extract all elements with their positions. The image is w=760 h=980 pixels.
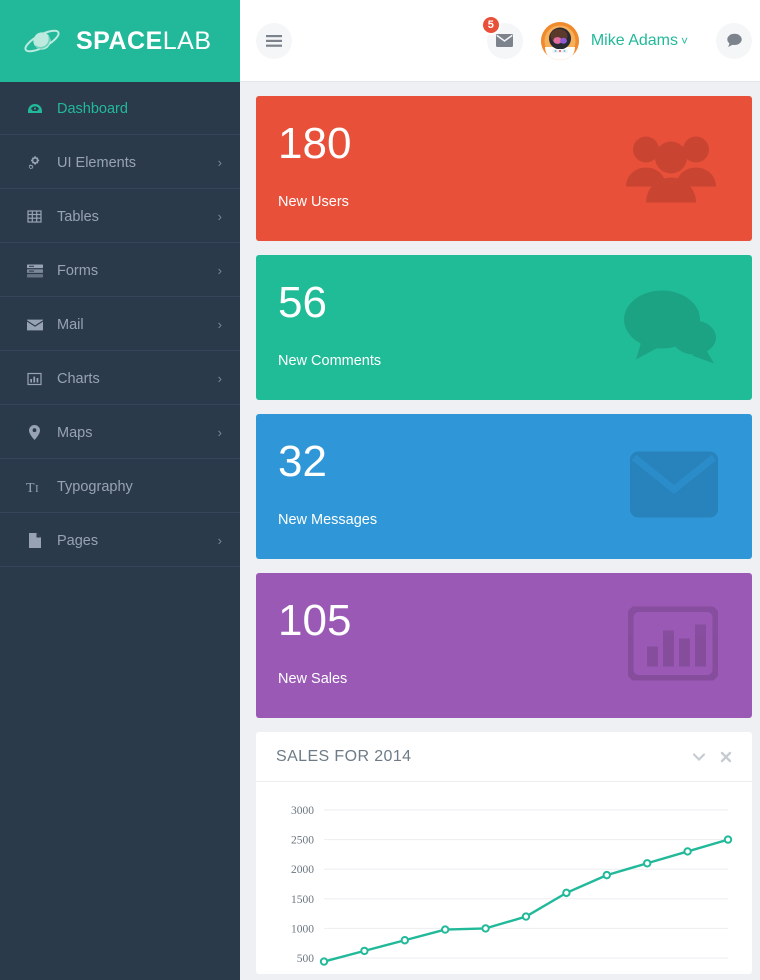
svg-text:1500: 1500 [291,894,314,906]
sidebar-nav: Dashboard UI Elements › Tables › Forms ›… [0,82,240,568]
topbar-right-group: 5 Mike Adams ˅ [480,14,752,60]
sidebar-item-pages[interactable]: Pages › [0,514,240,568]
brand-title: SPACELAB [76,26,212,55]
svg-text:T: T [26,481,35,494]
envelope-icon [26,319,43,331]
content-area: 180 New Users 56 New Comments 32 New Mes… [240,82,760,980]
chevron-right-icon: › [217,155,222,170]
menu-toggle-button[interactable] [256,22,292,59]
sidebar-item-label: Forms [57,262,99,279]
svg-text:2500: 2500 [291,835,314,847]
stat-card-new-sales[interactable]: 105 New Sales [256,573,752,718]
panel-tools [692,751,732,763]
bar-chart-icon [26,372,43,386]
chevron-down-icon: ˅ [680,33,688,48]
user-name-label: Mike Adams [590,31,678,49]
text-height-icon: T I [26,480,43,494]
sidebar-item-label: Dashboard [57,100,128,117]
brand-light: LAB [162,26,212,55]
chevron-down-icon[interactable] [692,752,706,762]
stat-card-new-users[interactable]: 180 New Users [256,96,752,241]
planet-icon [22,21,62,61]
sidebar: SPACELAB Dashboard UI Elements › Tables … [0,0,240,980]
app-root: SPACELAB Dashboard UI Elements › Tables … [0,0,760,980]
sales-chart[interactable]: 3000 2500 2000 1500 1000 500 [256,782,752,974]
sidebar-item-label: Mail [57,316,84,333]
chevron-right-icon: › [217,371,222,386]
sidebar-item-charts[interactable]: Charts › [0,352,240,406]
sidebar-item-ui-elements[interactable]: UI Elements › [0,136,240,190]
messages-button-wrap: 5 [480,14,523,59]
sidebar-item-dashboard[interactable]: Dashboard [0,82,240,136]
comment-icon [726,33,742,47]
panel-header: SALES FOR 2014 [256,732,752,782]
sidebar-item-label: Tables [57,208,99,225]
main-area: 5 Mike Adams ˅ 180 New Users 56 New Comm… [240,0,760,980]
envelope-icon [630,451,718,522]
cogs-icon [26,155,43,171]
svg-text:1000: 1000 [291,923,314,935]
chevron-right-icon: › [217,317,222,332]
chevron-right-icon: › [217,425,222,440]
map-marker-icon [26,425,43,440]
sidebar-item-label: UI Elements [57,154,136,171]
users-icon [624,129,718,208]
svg-text:2000: 2000 [291,864,314,876]
stat-card-new-messages[interactable]: 32 New Messages [256,414,752,559]
sidebar-item-maps[interactable]: Maps › [0,406,240,460]
brand-header[interactable]: SPACELAB [0,0,240,82]
chevron-right-icon: › [217,533,222,548]
panel-title: SALES FOR 2014 [276,747,412,765]
svg-text:500: 500 [297,953,315,965]
svg-text:3000: 3000 [291,805,314,817]
svg-text:I: I [35,483,39,494]
sidebar-item-label: Maps [57,424,93,441]
sales-panel: SALES FOR 2014 3000 2500 2000 1500 1000 … [256,732,752,974]
table-icon [26,209,43,224]
sidebar-item-label: Charts [57,370,100,387]
brand-bold: SPACE [76,26,163,55]
close-icon[interactable] [720,751,732,763]
chevron-right-icon: › [217,263,222,278]
sidebar-item-tables[interactable]: Tables › [0,190,240,244]
sidebar-item-label: Typography [57,478,133,495]
dashboard-icon [26,101,43,117]
topbar: 5 Mike Adams ˅ [240,0,760,82]
forms-icon [26,264,43,278]
stat-card-new-comments[interactable]: 56 New Comments [256,255,752,400]
chevron-right-icon: › [217,209,222,224]
sidebar-item-mail[interactable]: Mail › [0,298,240,352]
sidebar-item-typography[interactable]: T I Typography [0,460,240,514]
sales-line-chart: 3000 2500 2000 1500 1000 500 [291,805,733,966]
comments-icon [622,287,718,368]
file-icon [26,533,43,548]
sidebar-item-label: Pages [57,532,99,549]
user-menu[interactable]: Mike Adams ˅ [591,32,688,50]
hamburger-icon [266,34,282,47]
bar-chart-icon [626,604,720,685]
envelope-icon [496,34,514,47]
messages-badge: 5 [480,14,501,35]
avatar[interactable] [540,21,579,60]
chat-button[interactable] [716,22,752,59]
sidebar-item-forms[interactable]: Forms › [0,244,240,298]
